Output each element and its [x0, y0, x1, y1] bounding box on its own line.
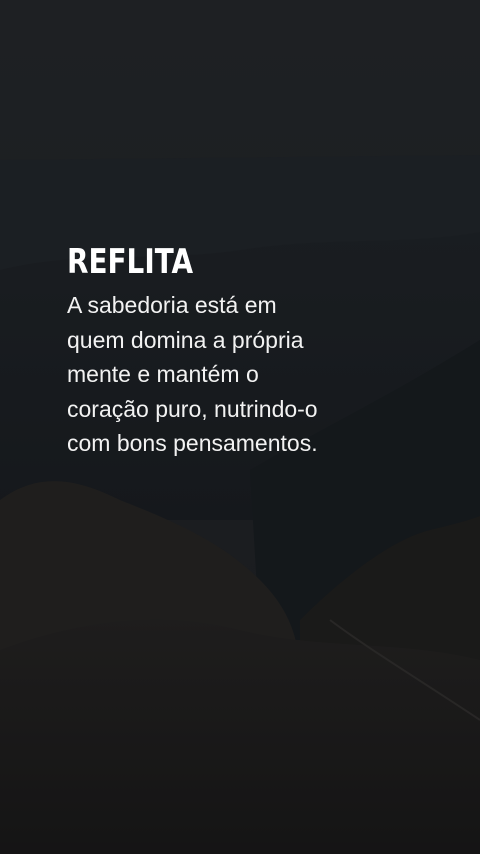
quote-text: A sabedoria está em quem domina a própri…	[67, 288, 387, 461]
quote-block: REFLITA A sabedoria está em quem domina …	[67, 240, 387, 461]
quote-line: quem domina a própria	[67, 326, 304, 353]
quote-line: coração puro, nutrindo-o	[67, 395, 318, 422]
story-frame: REFLITA A sabedoria está em quem domina …	[0, 0, 480, 854]
quote-line: A sabedoria está em	[67, 292, 277, 318]
quote-line: mente e mantém o	[67, 361, 259, 387]
heading-title: REFLITA	[67, 242, 194, 282]
quote-line: com bons pensamentos.	[67, 430, 318, 456]
